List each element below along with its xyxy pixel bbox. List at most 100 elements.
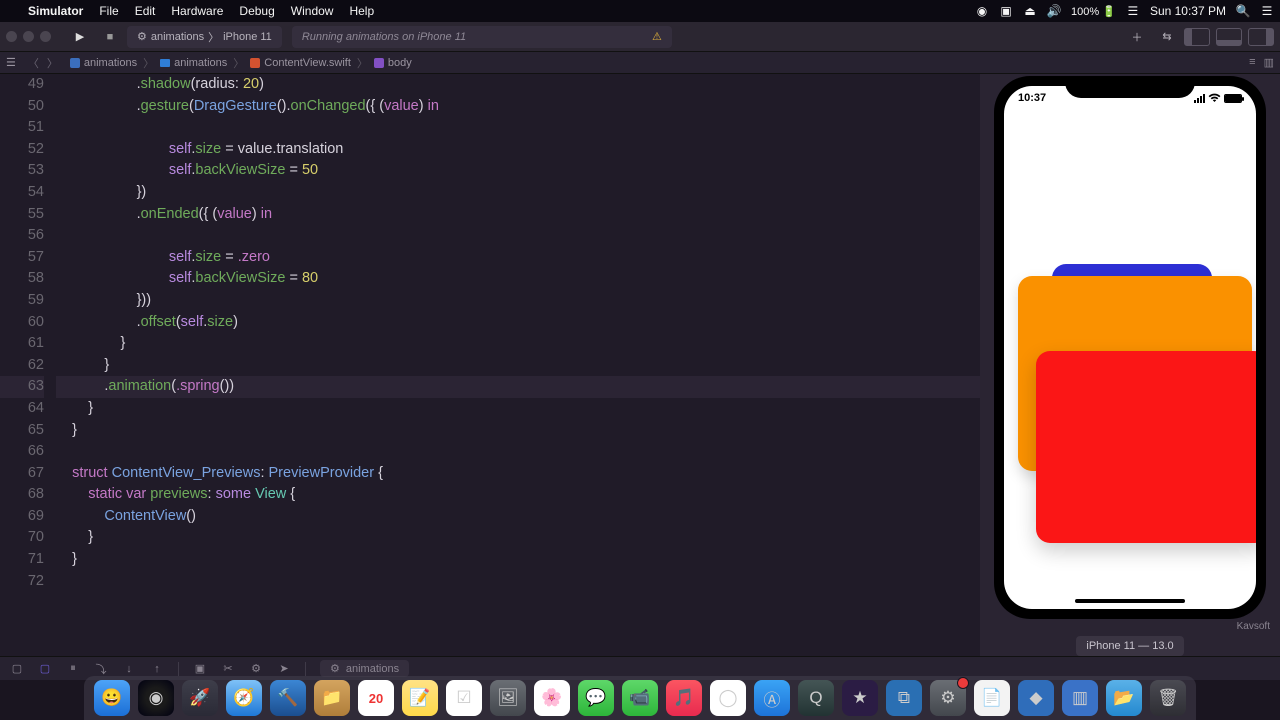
related-items-icon[interactable]: ☰: [6, 56, 16, 69]
dock-safari[interactable]: 🧭: [226, 680, 262, 716]
code-line[interactable]: })): [56, 290, 980, 312]
code-line[interactable]: static var previews: some View {: [56, 484, 980, 506]
step-out-button[interactable]: ↑: [150, 662, 164, 676]
dock-chrome[interactable]: ◯: [710, 680, 746, 716]
code-line[interactable]: self.backViewSize = 80: [56, 268, 980, 290]
dock-downloads[interactable]: 📂: [1106, 680, 1142, 716]
code-line[interactable]: [56, 441, 980, 463]
breadcrumb-property[interactable]: body: [374, 57, 412, 69]
stop-button[interactable]: ■: [97, 27, 123, 47]
code-line[interactable]: ContentView(): [56, 506, 980, 528]
control-center-icon[interactable]: ☰: [1126, 4, 1140, 18]
dock-imovie[interactable]: ★: [842, 680, 878, 716]
code-line[interactable]: }: [56, 398, 980, 420]
breakpoint-toggle-button[interactable]: ▢: [38, 662, 52, 676]
dock-preview[interactable]: 🖼: [490, 680, 526, 716]
breadcrumb-folder[interactable]: animations: [160, 57, 227, 69]
run-button[interactable]: ▶: [67, 27, 93, 47]
code-line[interactable]: .onEnded({ (value) in: [56, 204, 980, 226]
add-tab-button[interactable]: ＋: [1124, 27, 1150, 47]
menubar-clock[interactable]: Sun 10:37 PM: [1150, 4, 1226, 18]
dock-calendar[interactable]: 20: [358, 680, 394, 716]
screen-record-icon[interactable]: ◉: [975, 4, 989, 18]
window-traffic-lights[interactable]: [6, 31, 51, 42]
code-line[interactable]: .animation(.spring()): [56, 376, 980, 398]
step-into-button[interactable]: ↓: [122, 662, 136, 676]
dock-folder[interactable]: 📁: [314, 680, 350, 716]
preview-device-label[interactable]: iPhone 11 — 13.0: [1076, 636, 1183, 656]
dock-quicktime[interactable]: Q: [798, 680, 834, 716]
code-line[interactable]: .shadow(radius: 20): [56, 74, 980, 96]
code-line[interactable]: .gesture(DragGesture().onChanged({ (valu…: [56, 96, 980, 118]
pause-button[interactable]: ⏸: [66, 662, 80, 676]
toggle-navigator-button[interactable]: [1184, 28, 1210, 46]
battery-percentage[interactable]: 100% 🔋: [1071, 5, 1116, 18]
code-line[interactable]: }): [56, 182, 980, 204]
menu-file[interactable]: File: [99, 4, 118, 18]
dock-music[interactable]: 🎵: [666, 680, 702, 716]
scheme-selector[interactable]: ⚙ animations 〉 iPhone 11: [127, 26, 282, 48]
code-editor[interactable]: 4950515253545556575859606162636465666768…: [0, 74, 980, 656]
dock-reminders[interactable]: ☑: [446, 680, 482, 716]
forward-button[interactable]: 〉: [47, 55, 58, 71]
view-debugger-button[interactable]: ▣: [193, 662, 207, 676]
code-line[interactable]: [56, 117, 980, 139]
editor-options-button[interactable]: ⇆: [1154, 27, 1180, 47]
code-line[interactable]: [56, 571, 980, 593]
code-line[interactable]: [56, 225, 980, 247]
toggle-debug-area-button[interactable]: [1216, 28, 1242, 46]
dock-simulator[interactable]: ▥: [1062, 680, 1098, 716]
dock-affinity[interactable]: ◆: [1018, 680, 1054, 716]
simulate-location-button[interactable]: ➤: [277, 662, 291, 676]
dock-xcode[interactable]: 🔨: [270, 680, 306, 716]
code-line[interactable]: struct ContentView_Previews: PreviewProv…: [56, 463, 980, 485]
code-line[interactable]: }: [56, 527, 980, 549]
memory-graph-button[interactable]: ✂: [221, 662, 235, 676]
dock-system-prefs[interactable]: ⚙: [930, 680, 966, 716]
menu-edit[interactable]: Edit: [135, 4, 156, 18]
step-over-button[interactable]: ⤵: [94, 662, 108, 676]
dock-notes[interactable]: 📝: [402, 680, 438, 716]
code-line[interactable]: }: [56, 333, 980, 355]
volume-icon[interactable]: 🔊: [1047, 4, 1061, 18]
breadcrumb-project[interactable]: animations: [70, 57, 137, 69]
back-button[interactable]: 〈: [28, 55, 39, 71]
status-reader-icon[interactable]: ▣: [999, 4, 1013, 18]
adjust-editor-icon[interactable]: ▥: [1264, 56, 1274, 69]
menu-window[interactable]: Window: [291, 4, 334, 18]
dock-vscode[interactable]: ⧉: [886, 680, 922, 716]
simulator-device[interactable]: 10:37: [994, 76, 1266, 619]
notification-center-icon[interactable]: ☰: [1260, 4, 1274, 18]
dock-siri[interactable]: ◉: [138, 680, 174, 716]
code-line[interactable]: }: [56, 549, 980, 571]
simulator-screen[interactable]: 10:37: [1004, 86, 1256, 609]
code-line[interactable]: self.backViewSize = 50: [56, 160, 980, 182]
code-line[interactable]: self.size = .zero: [56, 247, 980, 269]
editor-layout-icon[interactable]: ≡: [1249, 56, 1255, 69]
spotlight-icon[interactable]: 🔍: [1236, 4, 1250, 18]
code-line[interactable]: self.size = value.translation: [56, 139, 980, 161]
card-red[interactable]: [1036, 351, 1256, 543]
menu-debug[interactable]: Debug: [239, 4, 274, 18]
warning-icon[interactable]: ⚠: [652, 30, 662, 43]
dock-launchpad[interactable]: 🚀: [182, 680, 218, 716]
menu-help[interactable]: Help: [349, 4, 374, 18]
code-line[interactable]: .offset(self.size): [56, 312, 980, 334]
environment-overrides-button[interactable]: ⚙: [249, 662, 263, 676]
dock-trash[interactable]: 🗑: [1150, 680, 1186, 716]
eject-icon[interactable]: ⏏: [1023, 4, 1037, 18]
dock-photos[interactable]: 🌸: [534, 680, 570, 716]
dock-finder[interactable]: 😀: [94, 680, 130, 716]
code-line[interactable]: }: [56, 355, 980, 377]
app-name[interactable]: Simulator: [28, 4, 83, 18]
dock-messages[interactable]: 💬: [578, 680, 614, 716]
code-line[interactable]: }: [56, 420, 980, 442]
breadcrumb-file[interactable]: ContentView.swift: [250, 57, 351, 69]
toggle-inspector-button[interactable]: [1248, 28, 1274, 46]
dock-facetime[interactable]: 📹: [622, 680, 658, 716]
debug-process-selector[interactable]: ⚙ animations: [320, 660, 409, 677]
dock-appstore[interactable]: Ⓐ: [754, 680, 790, 716]
menu-hardware[interactable]: Hardware: [171, 4, 223, 18]
hide-debug-button[interactable]: ▢: [10, 662, 24, 676]
dock-textedit[interactable]: 📄: [974, 680, 1010, 716]
